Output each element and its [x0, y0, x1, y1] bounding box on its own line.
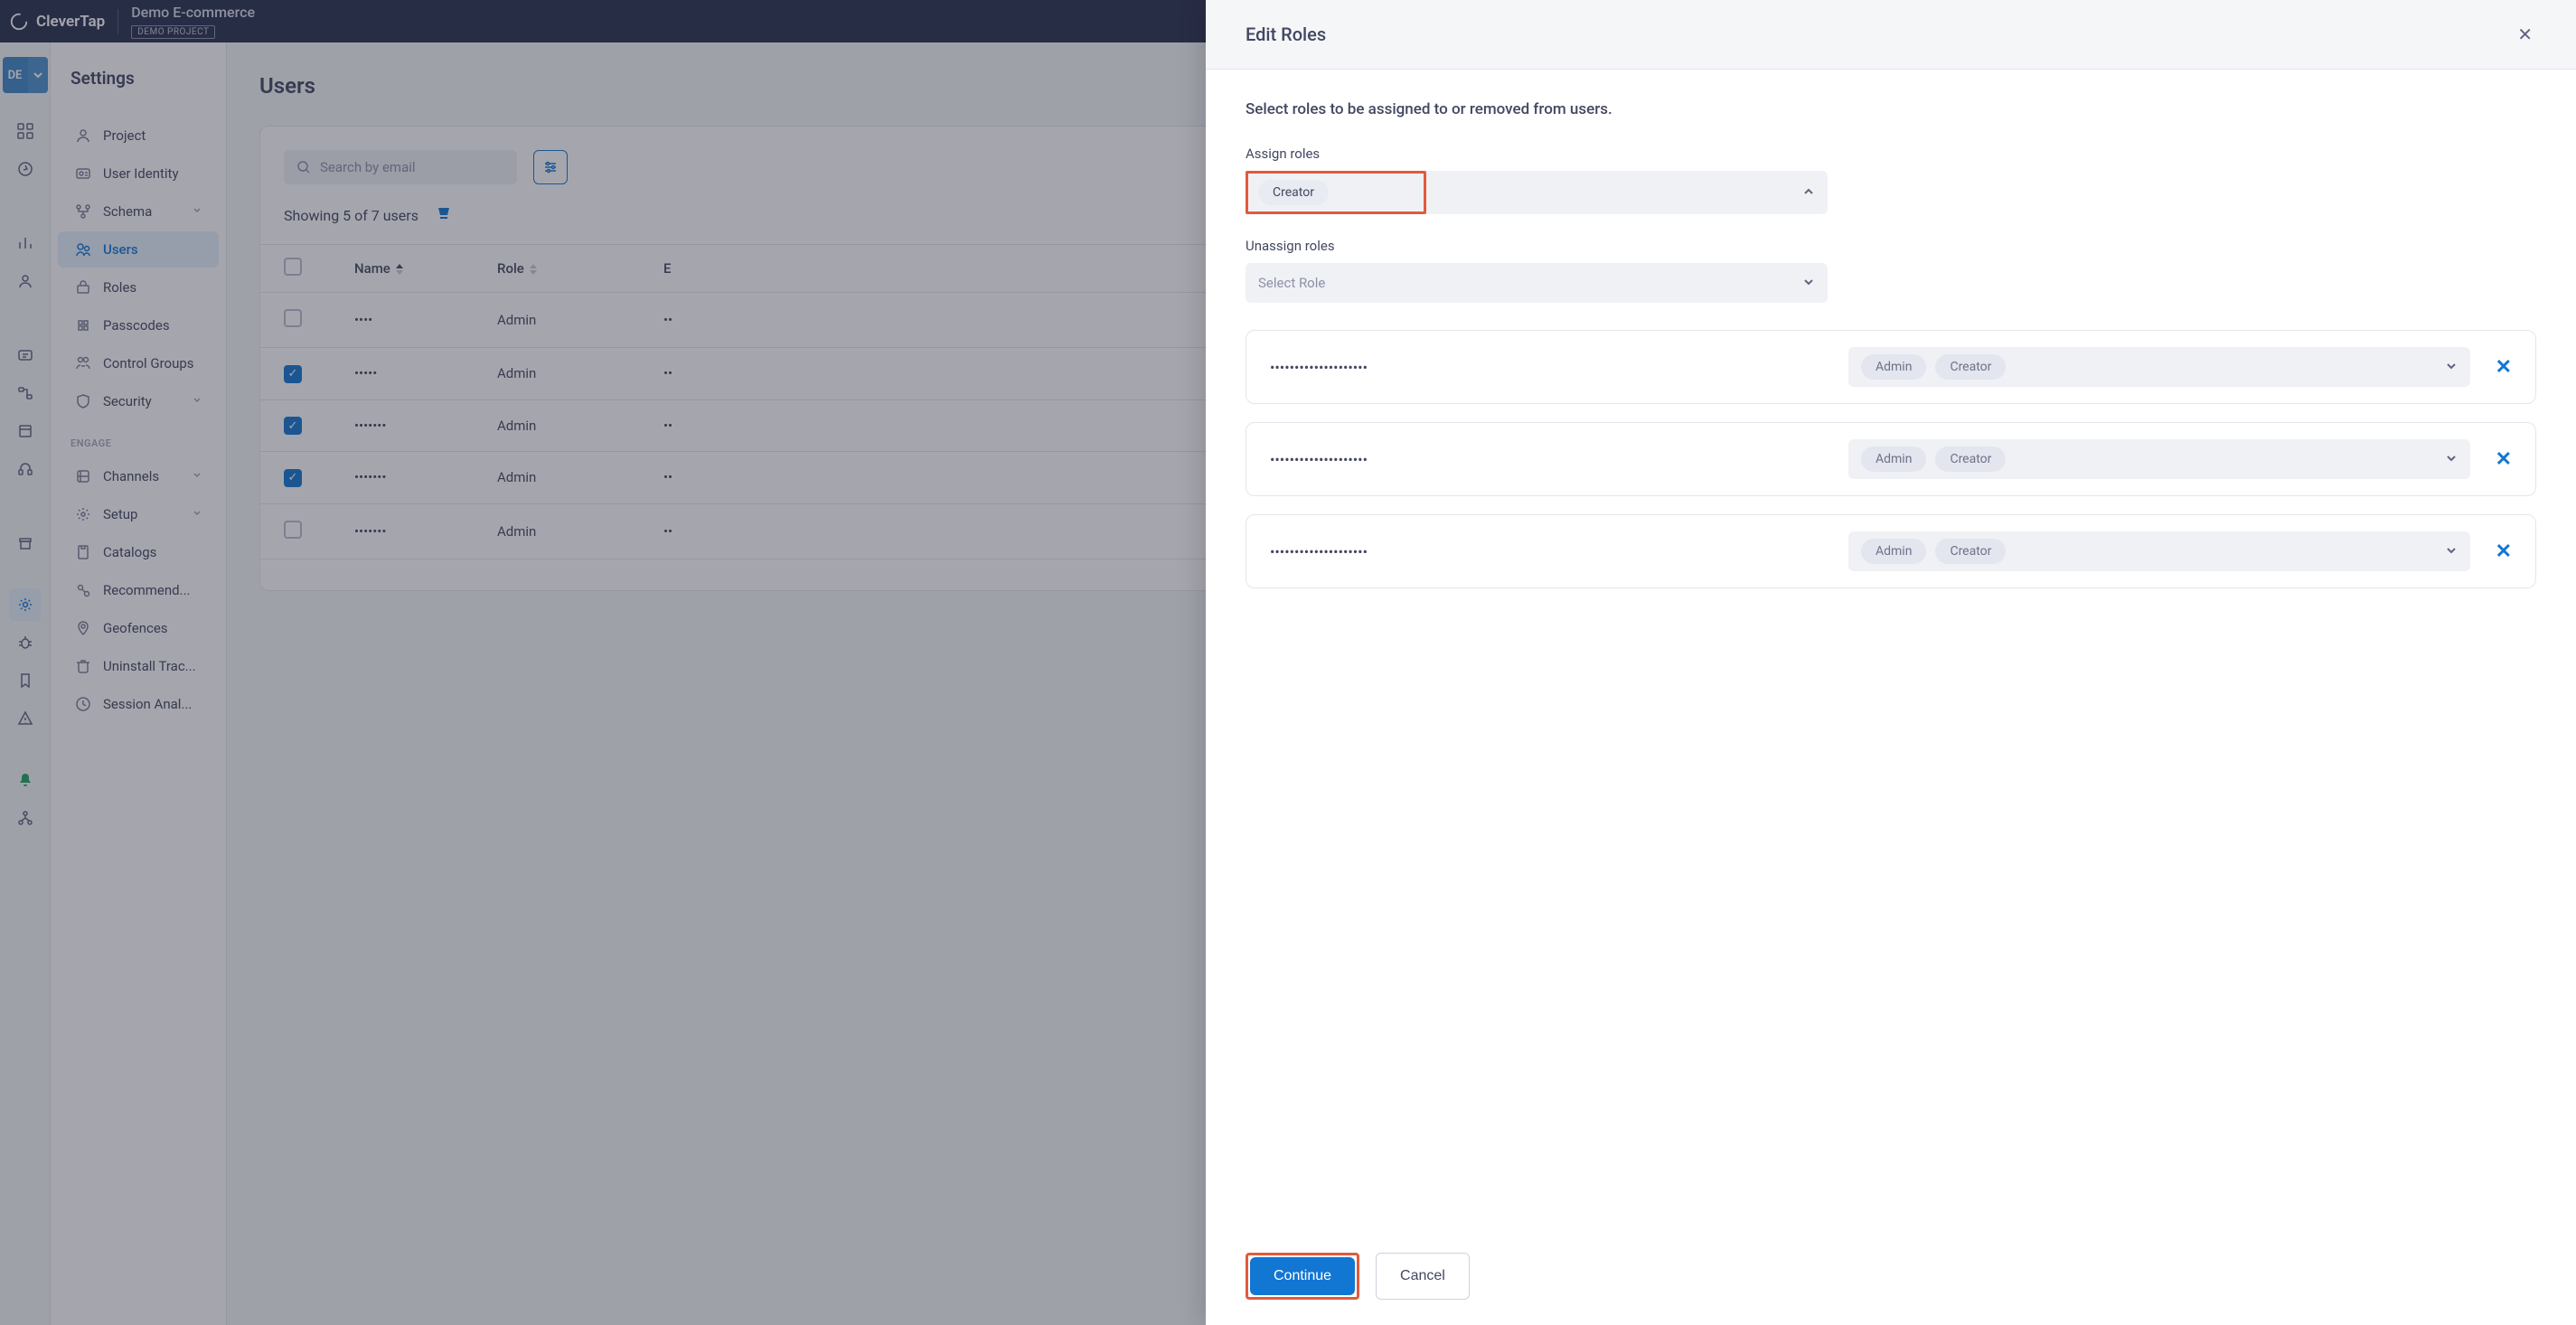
- role-pill: Creator: [1935, 539, 2006, 564]
- drawer-title: Edit Roles: [1246, 23, 1326, 45]
- user-roles-select[interactable]: Admin Creator: [1848, 439, 2470, 479]
- assign-roles-field[interactable]: Creator: [1246, 171, 2536, 214]
- drawer-lead: Select roles to be assigned to or remove…: [1246, 100, 2536, 118]
- remove-user-icon[interactable]: ✕: [2496, 540, 2512, 563]
- continue-button[interactable]: Continue: [1250, 1257, 1355, 1295]
- chevron-up-icon: [1802, 184, 1815, 202]
- unassign-label: Unassign roles: [1246, 238, 2536, 254]
- unassign-placeholder: Select Role: [1258, 275, 1325, 291]
- assign-pill: Creator: [1258, 180, 1329, 205]
- user-card: •••••••••••••••••••• Admin Creator ✕: [1246, 330, 2536, 404]
- user-card: •••••••••••••••••••• Admin Creator ✕: [1246, 422, 2536, 496]
- user-email: ••••••••••••••••••••: [1270, 359, 1848, 376]
- role-pill: Admin: [1861, 446, 1926, 472]
- edit-roles-drawer: Edit Roles ✕ Select roles to be assigned…: [1206, 0, 2576, 1325]
- assign-label: Assign roles: [1246, 146, 2536, 162]
- role-pill: Creator: [1935, 354, 2006, 380]
- chevron-down-icon: [2445, 451, 2458, 468]
- chevron-down-icon: [2445, 359, 2458, 376]
- remove-user-icon[interactable]: ✕: [2496, 356, 2512, 379]
- role-pill: Admin: [1861, 354, 1926, 380]
- unassign-roles-field[interactable]: Select Role: [1246, 263, 2536, 303]
- cancel-button[interactable]: Cancel: [1376, 1253, 1470, 1300]
- user-email: ••••••••••••••••••••: [1270, 543, 1848, 560]
- role-pill: Admin: [1861, 539, 1926, 564]
- continue-highlight: Continue: [1246, 1253, 1359, 1300]
- role-pill: Creator: [1935, 446, 2006, 472]
- user-roles-select[interactable]: Admin Creator: [1848, 531, 2470, 571]
- close-icon[interactable]: ✕: [2514, 20, 2536, 49]
- user-card: •••••••••••••••••••• Admin Creator ✕: [1246, 514, 2536, 588]
- user-email: ••••••••••••••••••••: [1270, 451, 1848, 468]
- user-roles-select[interactable]: Admin Creator: [1848, 347, 2470, 387]
- chevron-down-icon: [2445, 543, 2458, 560]
- chevron-down-icon: [1802, 275, 1815, 292]
- remove-user-icon[interactable]: ✕: [2496, 448, 2512, 471]
